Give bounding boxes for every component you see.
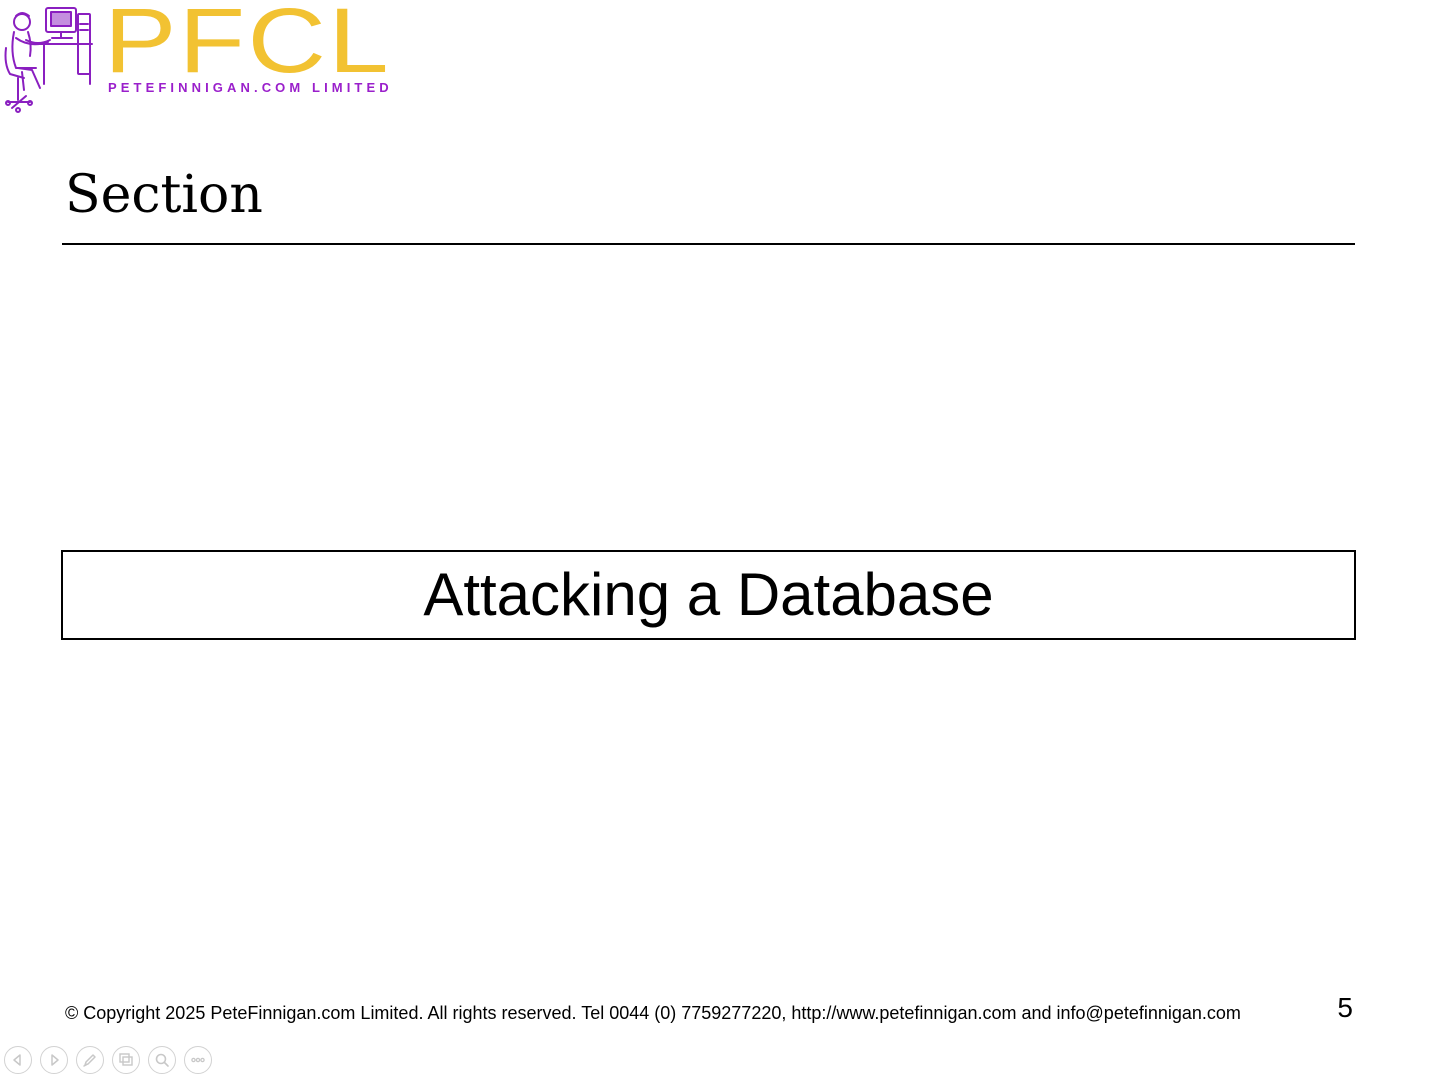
slide-title: Section — [65, 165, 263, 225]
ellipsis-icon — [191, 1057, 205, 1063]
presentation-toolbar — [4, 1046, 212, 1076]
heading-box: Attacking a Database — [61, 550, 1356, 640]
logo-wordmark: PFCL — [104, 0, 391, 92]
slides-overview-button[interactable] — [112, 1046, 140, 1074]
pen-button[interactable] — [76, 1046, 104, 1074]
more-options-button[interactable] — [184, 1046, 212, 1074]
pen-icon — [83, 1054, 96, 1067]
slide-heading: Attacking a Database — [423, 561, 994, 628]
copyright-footer: © Copyright 2025 PeteFinnigan.com Limite… — [65, 1003, 1241, 1023]
magnifier-icon — [155, 1053, 169, 1067]
logo-subtitle: PETEFINNIGAN.COM LIMITED — [108, 80, 393, 95]
triangle-left-icon — [13, 1054, 21, 1066]
triangle-right-icon — [51, 1054, 59, 1066]
zoom-button[interactable] — [148, 1046, 176, 1074]
previous-slide-button[interactable] — [4, 1046, 32, 1074]
slides-grid-icon — [119, 1053, 133, 1066]
page-number: 5 — [1337, 992, 1353, 1023]
title-divider — [62, 243, 1355, 245]
next-slide-button[interactable] — [40, 1046, 68, 1074]
logo-illustration-icon — [2, 4, 94, 114]
